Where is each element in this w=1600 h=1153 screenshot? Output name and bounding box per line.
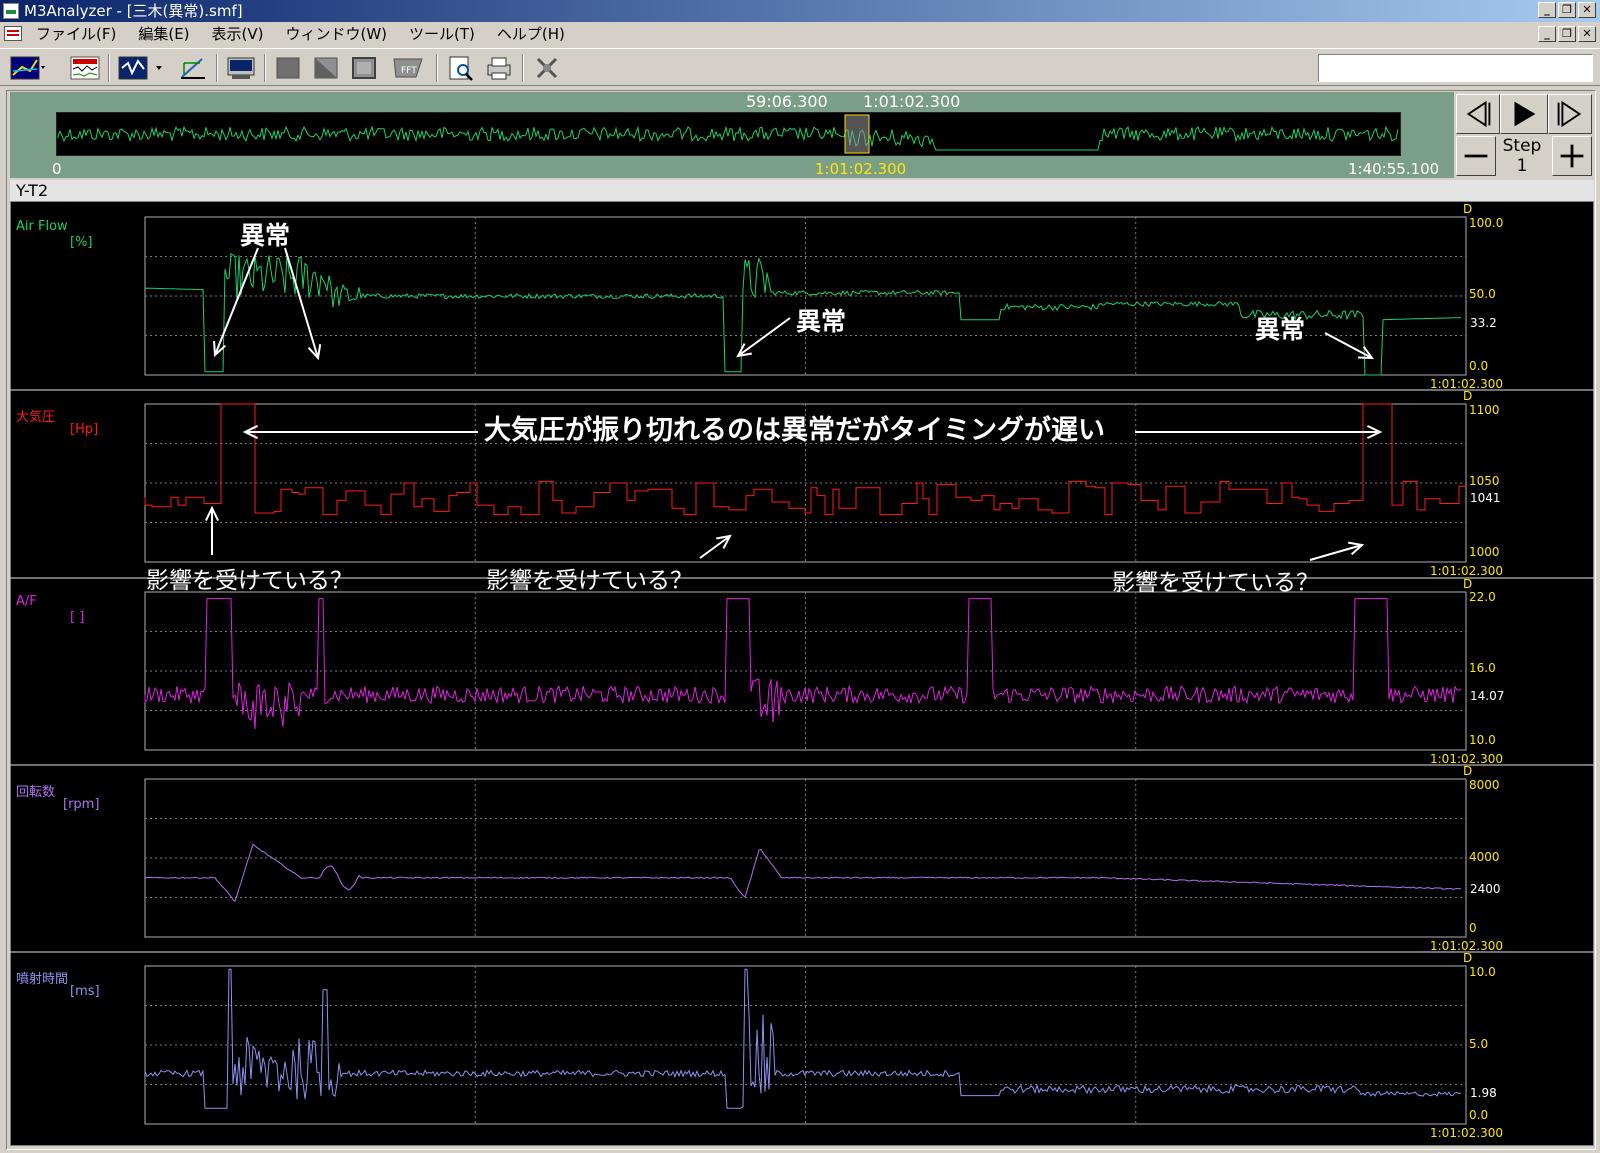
arrow-influence-2: [699, 535, 731, 559]
af-trace: [144, 598, 1462, 730]
annotation-influence-2: 影響を受けている？: [486, 568, 693, 594]
annotation-abnormal-3: 異常: [1255, 315, 1306, 344]
channel-timestamp: 1:01:02.300: [1430, 564, 1503, 578]
channel-marker: D: [1463, 389, 1473, 403]
channel-label: A/F: [16, 594, 37, 609]
app-window: M3Analyzer - [三木(異常).smf] _ ❐ ✕ ファイル(F) …: [0, 0, 1600, 1153]
annotation-influence-1: 影響を受けている？: [146, 568, 353, 594]
y-tick-label: 1050: [1469, 474, 1500, 488]
channel-label: Air Flow: [16, 219, 68, 234]
y-tick-label: 8000: [1469, 778, 1500, 792]
arrow-abnormal-2: [737, 317, 791, 357]
y-tick-label: 0.0: [1469, 1108, 1489, 1122]
channel-label: 回転数: [16, 785, 56, 800]
annotation-abnormal-1: 異常: [240, 221, 291, 250]
y-tick-label: 10.0: [1469, 965, 1496, 979]
channel-label: 大気圧: [16, 410, 56, 425]
channel-panels: [10, 216, 1594, 1125]
y-tick-label: 0.0: [1469, 359, 1489, 373]
overview-trace: [57, 125, 1399, 151]
annotation-abnormal-2: 異常: [796, 307, 847, 336]
y-tick-label: 1000: [1469, 545, 1500, 559]
channel-marker: D: [1463, 764, 1473, 778]
channel-marker: D: [1463, 951, 1473, 965]
channel-marker: D: [1463, 577, 1473, 591]
y-tick-label: 22.0: [1469, 590, 1496, 604]
cursor-value: 33.2: [1470, 316, 1497, 330]
channel-unit: [%]: [70, 235, 93, 250]
y-tick-label: 5.0: [1469, 1037, 1489, 1051]
annotation-influence-3: 影響を受けている？: [1112, 570, 1319, 596]
injection-trace: [144, 968, 1462, 1109]
cursor-value: 14.07: [1470, 689, 1505, 703]
y-tick-label: 100.0: [1469, 216, 1504, 230]
channel-label: 噴射時間: [16, 972, 69, 987]
annotation-pressure-note: 大気圧が振り切れるのは異常だがタイミングが遅い: [484, 415, 1105, 446]
cursor-value: 1.98: [1470, 1086, 1497, 1100]
cursor-value: 2400: [1470, 882, 1501, 896]
arrow-abnormal-3: [1324, 332, 1373, 359]
channel-timestamp: 1:01:02.300: [1430, 1126, 1503, 1140]
channel-unit: [Hp]: [70, 422, 99, 437]
channel-traces: [144, 253, 1466, 1109]
y-tick-label: 1100: [1469, 403, 1500, 417]
channel-unit: [rpm]: [63, 797, 100, 812]
y-tick-label: 0: [1469, 921, 1477, 935]
arrow-abnormal-1a: [214, 247, 259, 356]
y-tick-label: 10.0: [1469, 733, 1496, 747]
y-tick-label: 50.0: [1469, 287, 1496, 301]
overview-waveform: [57, 125, 1399, 151]
channel-marker: D: [1463, 202, 1473, 216]
y-tick-label: 16.0: [1469, 661, 1496, 675]
overview-window-selection[interactable]: [844, 114, 870, 154]
cursor-value: 1041: [1470, 491, 1501, 505]
channel-unit: [ ]: [70, 610, 85, 625]
y-tick-label: 4000: [1469, 850, 1500, 864]
rpm-trace: [144, 843, 1462, 903]
channel-unit: [ms]: [70, 984, 100, 999]
